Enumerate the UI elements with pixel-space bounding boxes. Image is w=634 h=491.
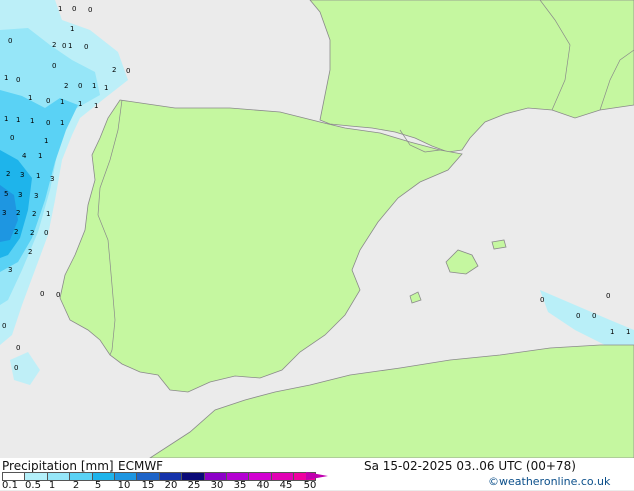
scale-tick-label: 15 bbox=[141, 480, 155, 491]
scale-tick-label: 10 bbox=[117, 480, 131, 491]
scale-tick-label: 25 bbox=[187, 480, 201, 491]
precip-value: 1 bbox=[28, 94, 32, 102]
precip-value: 0 bbox=[606, 292, 610, 300]
precip-value: 0 bbox=[88, 6, 92, 14]
precip-value: 0 bbox=[2, 322, 6, 330]
precip-value: 0 bbox=[46, 97, 50, 105]
scale-tick-label: 5 bbox=[94, 480, 102, 491]
precip-value: 4 bbox=[22, 152, 27, 160]
precip-value: 0 bbox=[14, 364, 18, 372]
precipitation-map: 1 0 0 1 0 2 0 1 0 0 2 0 2 0 1 1 1 0 1 1 … bbox=[0, 0, 634, 458]
scale-tick-label: 2 bbox=[72, 480, 80, 491]
precip-value: 1 bbox=[30, 117, 34, 125]
precip-value: 3 bbox=[2, 209, 6, 217]
scale-tick-labels: 0.1 0.5 1 2 5 10 15 20 25 30 35 40 45 50 bbox=[0, 480, 340, 491]
precip-value: 3 bbox=[34, 192, 38, 200]
precip-value: 1 bbox=[610, 328, 614, 336]
scale-tick-label: 45 bbox=[279, 480, 293, 491]
precip-value: 1 bbox=[58, 5, 62, 13]
precip-value: 2 bbox=[14, 228, 18, 236]
precip-value: 2 bbox=[28, 248, 32, 256]
scale-arrow-icon bbox=[306, 472, 328, 480]
precip-value: 0 bbox=[62, 42, 66, 50]
precip-value: 1 bbox=[46, 210, 50, 218]
precip-value: 1 bbox=[104, 84, 108, 92]
precip-value: 1 bbox=[4, 115, 8, 123]
precip-value: 2 bbox=[30, 229, 34, 237]
precip-value: 1 bbox=[94, 102, 98, 110]
precip-value: 0 bbox=[540, 296, 544, 304]
precip-value: 1 bbox=[44, 137, 48, 145]
precip-value: 3 bbox=[20, 171, 24, 179]
legend-title: Precipitation [mm] bbox=[2, 459, 114, 473]
precip-value: 0 bbox=[8, 37, 12, 45]
scale-tick-label: 20 bbox=[164, 480, 178, 491]
precip-value: 3 bbox=[8, 266, 12, 274]
precip-value: 2 bbox=[112, 66, 116, 74]
precip-value: 1 bbox=[36, 172, 40, 180]
precip-value: 1 bbox=[38, 152, 42, 160]
precip-value: 2 bbox=[52, 41, 56, 49]
precip-value: 0 bbox=[46, 119, 50, 127]
precip-value: 2 bbox=[6, 170, 10, 178]
precip-value: 0 bbox=[56, 291, 60, 299]
valid-time: Sa 15-02-2025 03..06 UTC (00+78) bbox=[364, 459, 576, 473]
precip-value: 2 bbox=[16, 209, 20, 217]
precip-value: 0 bbox=[52, 62, 56, 70]
scale-tick-label: 0.5 bbox=[25, 480, 41, 491]
precip-value: 0 bbox=[40, 290, 44, 298]
precip-value: 0 bbox=[72, 5, 76, 13]
scale-tick-label: 30 bbox=[210, 480, 224, 491]
precip-value: 1 bbox=[92, 82, 96, 90]
precip-value: 0 bbox=[16, 76, 20, 84]
precip-value: 1 bbox=[16, 116, 20, 124]
scale-tick-label: 40 bbox=[256, 480, 270, 491]
precip-value: 0 bbox=[44, 229, 48, 237]
precip-value: 0 bbox=[10, 134, 14, 142]
credit-link[interactable]: ©weatheronline.co.uk bbox=[488, 475, 610, 488]
scale-tick-label: 50 bbox=[303, 480, 317, 491]
scale-tick-label: 0.1 bbox=[2, 480, 18, 491]
precip-value: 0 bbox=[592, 312, 596, 320]
precip-value: 0 bbox=[576, 312, 580, 320]
precip-value: 2 bbox=[64, 82, 68, 90]
precip-value: 5 bbox=[4, 190, 8, 198]
model-name: ECMWF bbox=[118, 459, 164, 473]
precip-value: 3 bbox=[18, 191, 22, 199]
scale-tick-label: 35 bbox=[233, 480, 247, 491]
precip-value: 1 bbox=[70, 25, 74, 33]
precip-value: 1 bbox=[626, 328, 630, 336]
scale-tick-label: 1 bbox=[48, 480, 56, 491]
precip-value: 1 bbox=[68, 42, 72, 50]
precip-value: 1 bbox=[60, 98, 64, 106]
precip-value: 0 bbox=[78, 82, 82, 90]
precip-value: 0 bbox=[126, 67, 130, 75]
precip-value: 1 bbox=[60, 119, 64, 127]
precip-value: 3 bbox=[50, 175, 54, 183]
precip-value: 0 bbox=[16, 344, 20, 352]
precip-value: 1 bbox=[78, 100, 82, 108]
precip-value: 1 bbox=[4, 74, 8, 82]
precip-value: 2 bbox=[32, 210, 36, 218]
precip-value: 0 bbox=[84, 43, 88, 51]
